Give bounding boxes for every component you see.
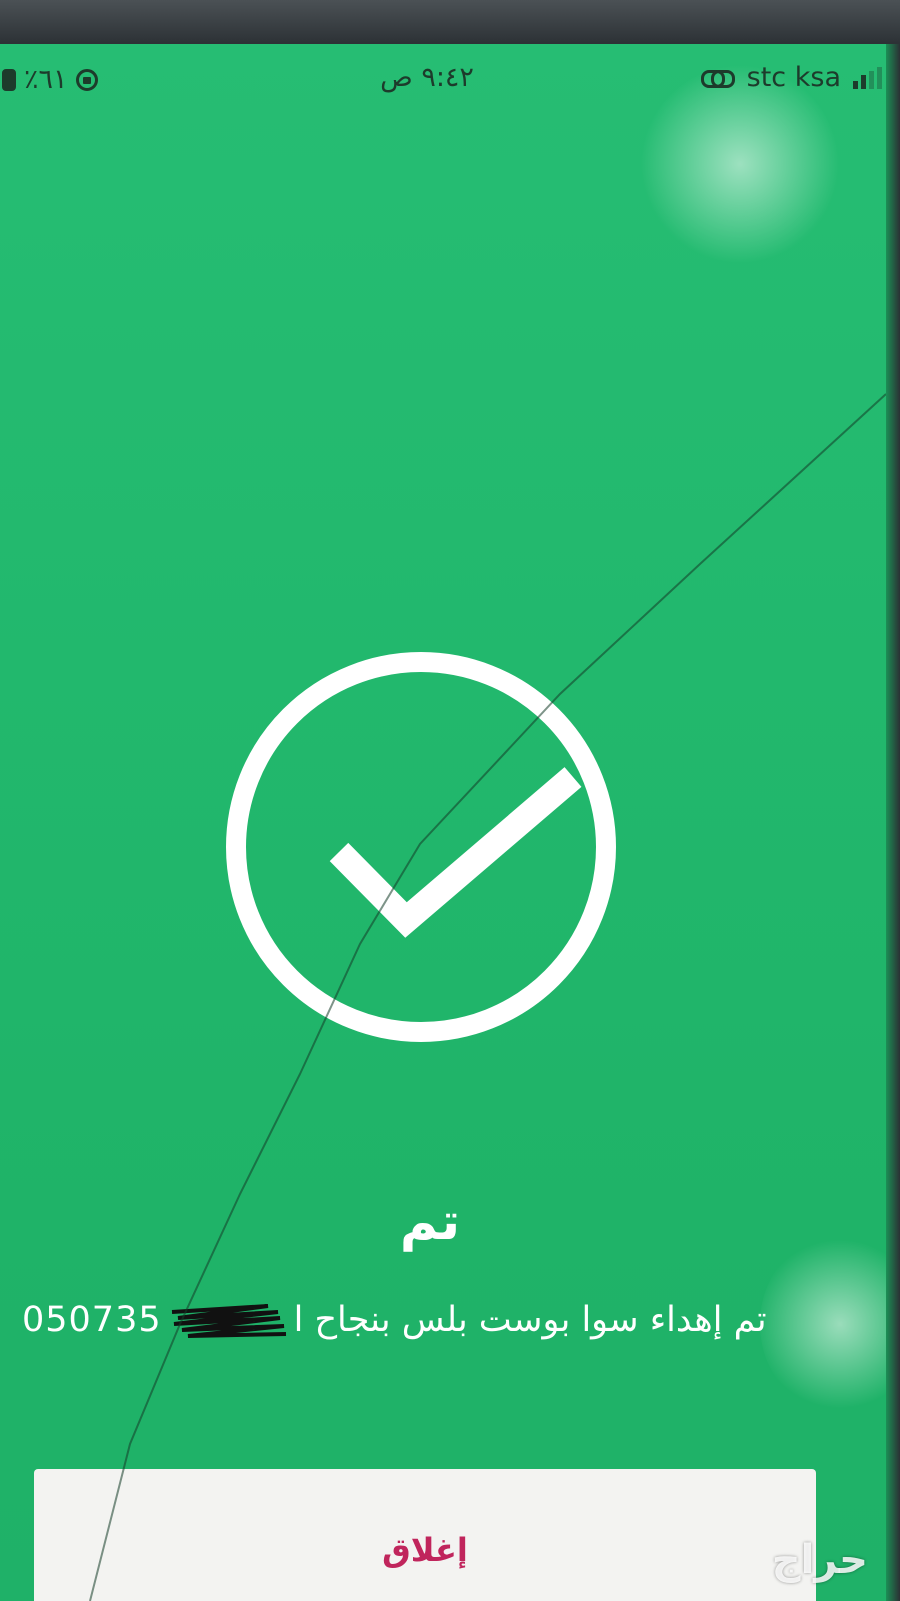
redaction-scribble <box>171 1304 286 1338</box>
signal-icon <box>853 66 882 89</box>
link-icon <box>700 68 735 88</box>
status-time: ٩:٤٢ ص <box>380 62 474 93</box>
status-right: stc ksa <box>700 62 882 93</box>
watermark-logo: حراج <box>771 1537 868 1583</box>
success-check-icon <box>226 652 616 1042</box>
success-title: تم <box>399 1192 461 1252</box>
close-button-label: إغلاق <box>382 1531 468 1569</box>
success-message: 050735 تم إهداء سوا بوست بلس بنجاح ا <box>22 1298 862 1342</box>
message-text: تم إهداء سوا بوست بلس بنجاح ا <box>293 1300 767 1340</box>
battery-icon <box>2 68 16 91</box>
carrier-name: stc ksa <box>746 62 841 93</box>
device-bezel-top <box>0 0 900 46</box>
phone-device: ٪٦١ ٩:٤٢ ص stc ksa تم 050735 تم إهداء سو… <box>0 0 900 1601</box>
device-bezel-right <box>886 44 900 1601</box>
battery-percent: ٪٦١ <box>24 64 68 95</box>
status-left: ٪٦١ <box>2 64 98 95</box>
orientation-lock-icon <box>75 68 98 91</box>
phone-number: 050735 <box>22 1300 162 1340</box>
close-button[interactable]: إغلاق <box>34 1469 816 1601</box>
status-bar: ٪٦١ ٩:٤٢ ص stc ksa <box>0 58 886 102</box>
app-screen: ٪٦١ ٩:٤٢ ص stc ksa تم 050735 تم إهداء سو… <box>0 44 886 1601</box>
